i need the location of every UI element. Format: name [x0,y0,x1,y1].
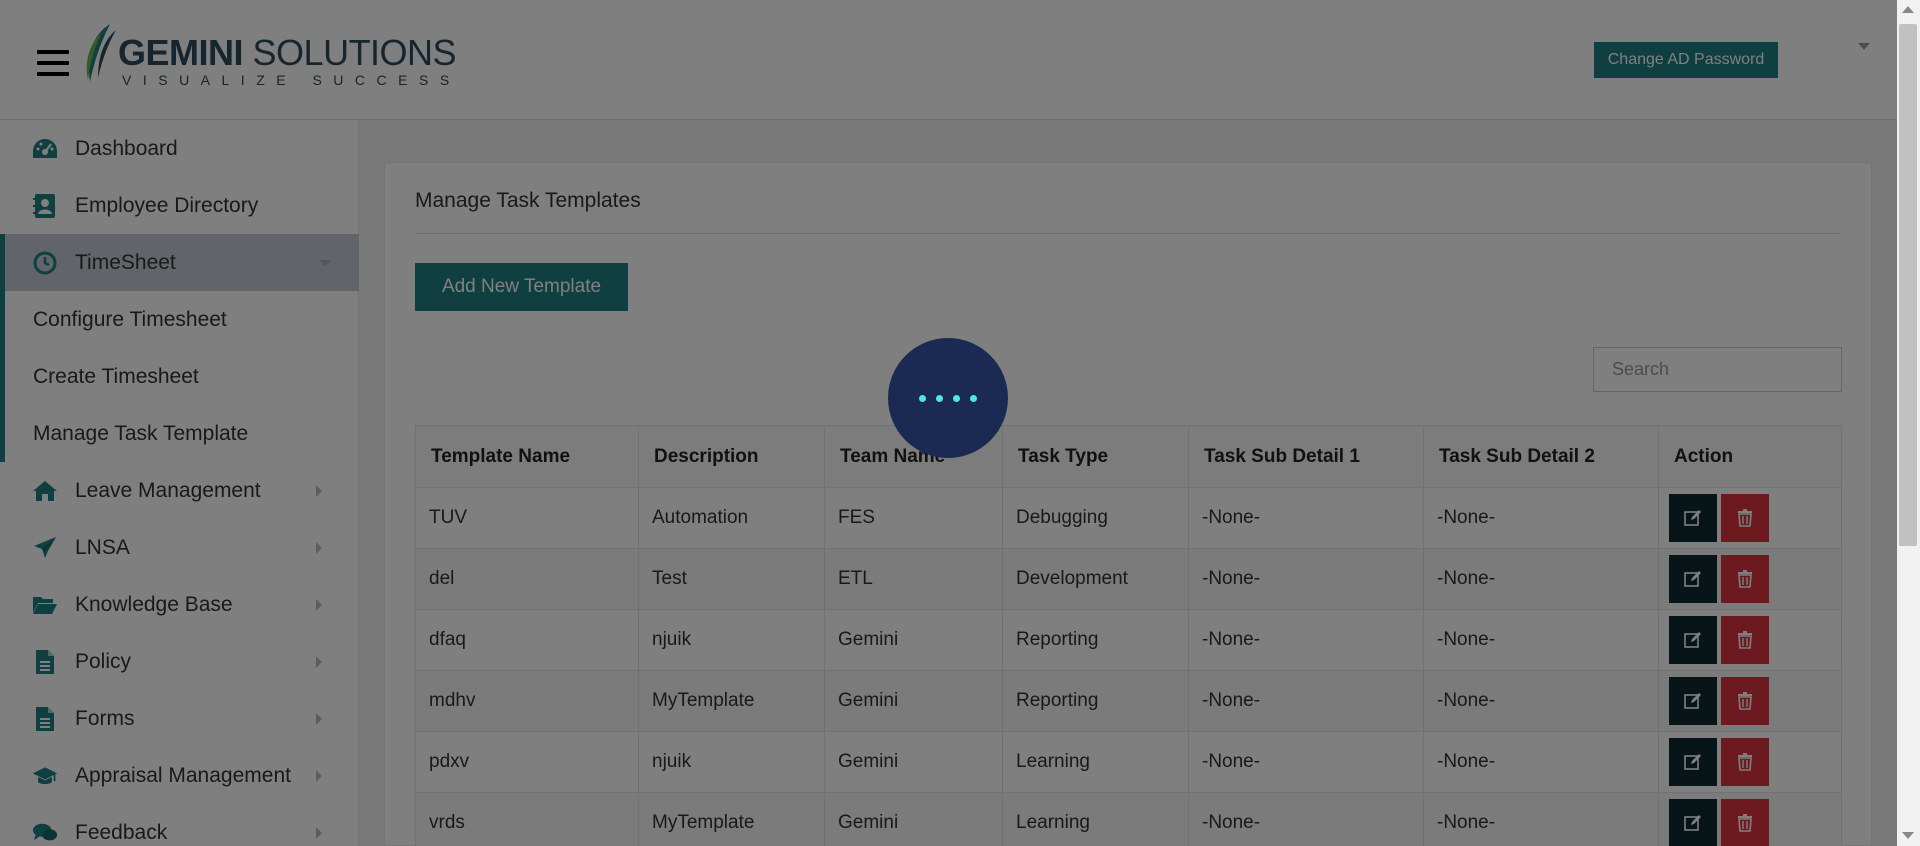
loading-spinner [888,338,1008,458]
scrollbar-thumb[interactable] [1899,24,1917,546]
spinner-dot [936,394,943,402]
scroll-up-arrow-icon[interactable] [1902,6,1914,13]
spinner-dot [919,394,926,402]
scroll-down-arrow-icon[interactable] [1902,832,1914,839]
spinner-dot [953,394,960,402]
spinner-dot [970,394,977,402]
